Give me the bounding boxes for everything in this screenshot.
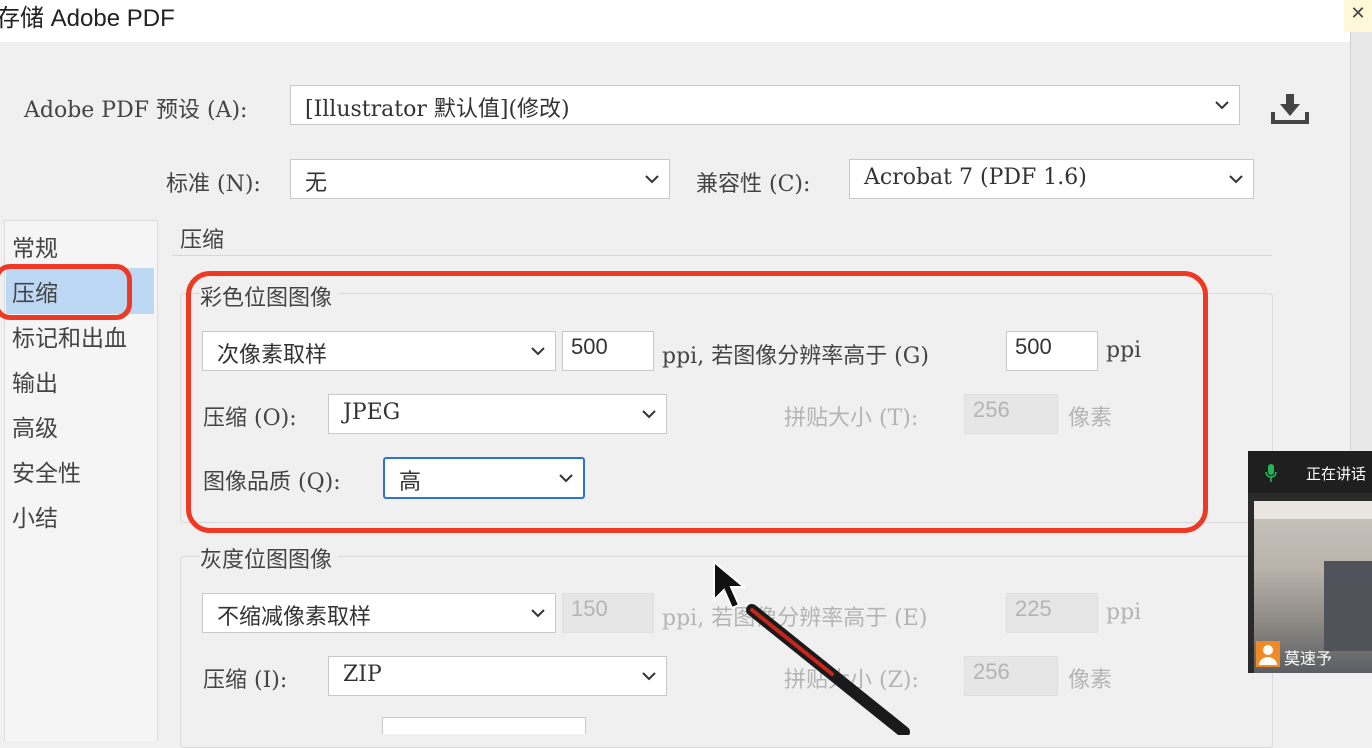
sidebar-item-security[interactable]: 安全性 (12, 454, 81, 488)
panel-title-divider (172, 255, 1272, 256)
gray-compression-label: 压缩 (I): (203, 668, 288, 693)
compat-select[interactable]: Acrobat 7 (PDF 1.6) (849, 159, 1254, 199)
window-edge (1350, 32, 1372, 452)
standard-value: 无 (305, 171, 328, 196)
sidebar-item-output[interactable]: 输出 (12, 364, 58, 398)
sidebar-item-summary[interactable]: 小结 (12, 499, 58, 533)
color-tile-unit: 像素 (1068, 406, 1113, 431)
color-resample-ppi-input[interactable]: 500 (562, 331, 654, 371)
color-tile-input: 256 (964, 394, 1058, 434)
preset-label: Adobe PDF 预设 (A): (24, 98, 248, 123)
color-quality-select[interactable]: 高 (383, 457, 585, 499)
download-icon[interactable] (1270, 92, 1310, 126)
speaking-label: 正在讲话 (1306, 466, 1367, 483)
compat-label: 兼容性 (C): (696, 172, 811, 197)
close-icon[interactable]: ✕ (1344, 0, 1372, 32)
participant-name: 莫速予 (1284, 651, 1333, 668)
chevron-down-icon (1215, 101, 1229, 110)
color-compression-select[interactable]: JPEG (328, 394, 667, 434)
speaking-bar: 正在讲话 (1248, 451, 1372, 493)
avatar-icon (1256, 641, 1280, 667)
standard-select[interactable]: 无 (290, 159, 670, 199)
color-resample-select[interactable]: 次像素取样 (202, 331, 556, 371)
window-title: 存储 Adobe PDF (0, 5, 175, 32)
preset-select[interactable]: [Illustrator 默认值](修改) (290, 85, 1240, 125)
color-threshold-ppi-input[interactable]: 500 (1006, 331, 1098, 371)
gray-resample-value: 不缩减像素取样 (217, 605, 372, 630)
chevron-down-icon (1229, 175, 1243, 184)
standard-label: 标准 (N): (166, 172, 261, 197)
gray-threshold-ppi-input: 225 (1006, 593, 1098, 633)
chevron-down-icon (642, 672, 656, 681)
gray-ppi-unit: ppi (1106, 600, 1142, 625)
color-bitmap-title: 彩色位图图像 (200, 280, 339, 312)
color-ppi-threshold-label: ppi, 若图像分辨率高于 (G) (662, 344, 929, 369)
sidebar-item-compression[interactable]: 压缩 (12, 274, 58, 308)
gray-compression-select[interactable]: ZIP (328, 656, 667, 696)
gray-quality-select[interactable] (382, 717, 586, 734)
gray-tile-input: 256 (964, 656, 1058, 696)
chevron-down-icon (531, 347, 545, 356)
microphone-icon (1265, 464, 1277, 482)
color-tile-label: 拼贴大小 (T): (784, 406, 919, 431)
gray-resample-select[interactable]: 不缩减像素取样 (202, 593, 556, 633)
chevron-down-icon (645, 175, 659, 184)
gray-resample-ppi-input: 150 (562, 593, 654, 633)
pointer-cursor (713, 560, 910, 735)
meeting-video-overlay[interactable]: 正在讲话 莫速予 (1248, 451, 1372, 673)
color-ppi-unit: ppi (1106, 338, 1142, 363)
gray-bitmap-title: 灰度位图图像 (200, 542, 339, 574)
gray-compression-value: ZIP (343, 662, 382, 687)
sidebar-item-advanced[interactable]: 高级 (12, 409, 58, 443)
title-bar: 存储 Adobe PDF (0, 0, 1350, 42)
preset-value: [Illustrator 默认值](修改) (305, 97, 570, 122)
compat-value: Acrobat 7 (PDF 1.6) (864, 165, 1087, 190)
sidebar-item-general[interactable]: 常规 (12, 229, 58, 263)
color-compression-label: 压缩 (O): (203, 406, 297, 431)
gray-tile-unit: 像素 (1068, 668, 1113, 693)
color-compression-value: JPEG (343, 400, 401, 425)
chevron-down-icon (642, 410, 656, 419)
color-resample-value: 次像素取样 (217, 343, 328, 368)
color-quality-value: 高 (399, 470, 422, 495)
panel-title: 压缩 (180, 228, 225, 253)
chevron-down-icon (559, 474, 573, 483)
sidebar-item-marks-bleeds[interactable]: 标记和出血 (12, 319, 127, 353)
color-quality-label: 图像品质 (Q): (203, 470, 341, 495)
chevron-down-icon (531, 609, 545, 618)
